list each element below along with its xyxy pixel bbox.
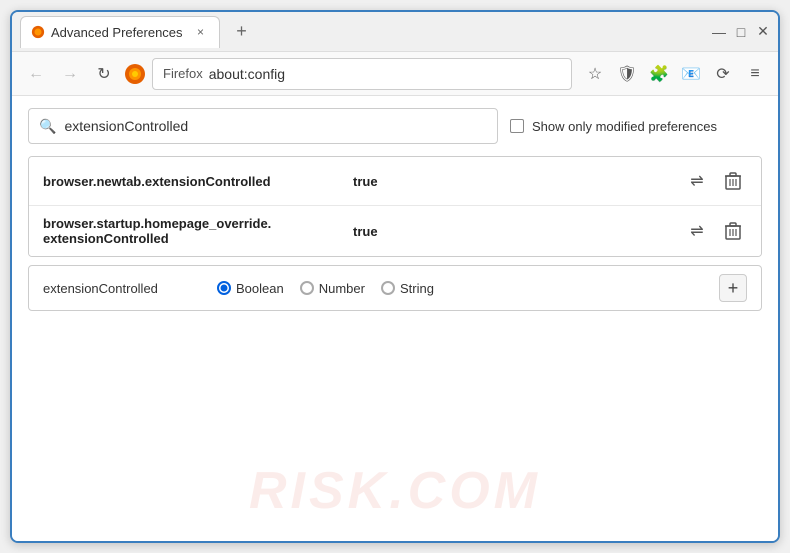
search-icon: 🔍 (39, 118, 56, 135)
back-button[interactable]: ← (22, 60, 50, 88)
add-preference-button[interactable]: + (719, 274, 747, 302)
pref-value-1: true (353, 174, 683, 189)
show-modified-row: Show only modified preferences (510, 119, 717, 134)
history-icon[interactable]: ⟳ (710, 61, 736, 87)
add-preference-row: extensionControlled Boolean Number Strin… (28, 265, 762, 311)
type-radio-group: Boolean Number String (217, 281, 705, 296)
browser-window: Advanced Preferences × + — □ ✕ ← → ↻ Fir… (10, 10, 780, 543)
trash-icon (725, 222, 741, 240)
show-modified-label: Show only modified preferences (532, 119, 717, 134)
delete-button-2[interactable] (719, 217, 747, 245)
pref-name-2: browser.startup.homepage_override. exten… (43, 216, 353, 246)
reload-button[interactable]: ↻ (90, 60, 118, 88)
sync-icon[interactable]: 📧 (678, 61, 704, 87)
tab-title: Advanced Preferences (51, 25, 183, 40)
row-actions-2: ⇌ (683, 217, 747, 245)
search-box[interactable]: 🔍 extensionControlled (28, 108, 498, 144)
delete-button-1[interactable] (719, 167, 747, 195)
maximize-button[interactable]: □ (734, 25, 748, 39)
number-radio-circle[interactable] (300, 281, 314, 295)
title-bar: Advanced Preferences × + — □ ✕ (12, 12, 778, 52)
watermark: RISK.COM (249, 461, 541, 521)
show-modified-checkbox[interactable] (510, 119, 524, 133)
forward-button[interactable]: → (56, 60, 84, 88)
new-pref-name: extensionControlled (43, 281, 203, 296)
pref-value-2: true (353, 224, 683, 239)
close-button[interactable]: ✕ (756, 25, 770, 39)
trash-icon (725, 172, 741, 190)
tab-close-button[interactable]: × (193, 24, 209, 40)
address-bar[interactable]: Firefox about:config (152, 58, 572, 90)
table-row: browser.startup.homepage_override. exten… (29, 206, 761, 256)
new-tab-button[interactable]: + (228, 18, 256, 46)
bookmark-icon[interactable]: ☆ (582, 61, 608, 87)
radio-boolean[interactable]: Boolean (217, 281, 284, 296)
extension-icon[interactable]: 🧩 (646, 61, 672, 87)
shield-icon[interactable]: 🛡 (614, 61, 640, 87)
firefox-logo (124, 63, 146, 85)
results-table: browser.newtab.extensionControlled true … (28, 156, 762, 257)
firefox-icon (124, 63, 146, 85)
browser-tab[interactable]: Advanced Preferences × (20, 16, 220, 48)
string-radio-circle[interactable] (381, 281, 395, 295)
window-controls: — □ ✕ (712, 25, 770, 39)
minimize-button[interactable]: — (712, 25, 726, 39)
content-area: RISK.COM 🔍 extensionControlled Show only… (12, 96, 778, 541)
table-row: browser.newtab.extensionControlled true … (29, 157, 761, 206)
radio-number[interactable]: Number (300, 281, 365, 296)
menu-button[interactable]: ≡ (742, 61, 768, 87)
reset-button-2[interactable]: ⇌ (683, 217, 711, 245)
address-url-display: about:config (209, 66, 285, 82)
row-actions-1: ⇌ (683, 167, 747, 195)
nav-bar: ← → ↻ Firefox about:config ☆ 🛡 🧩 📧 ⟳ ≡ (12, 52, 778, 96)
string-label: String (400, 281, 434, 296)
search-input[interactable]: extensionControlled (64, 118, 487, 134)
boolean-radio-circle[interactable] (217, 281, 231, 295)
firefox-tab-icon (31, 25, 45, 39)
radio-string[interactable]: String (381, 281, 434, 296)
number-label: Number (319, 281, 365, 296)
search-row: 🔍 extensionControlled Show only modified… (28, 108, 762, 144)
pref-name-1: browser.newtab.extensionControlled (43, 174, 353, 189)
toolbar-icons: ☆ 🛡 🧩 📧 ⟳ ≡ (582, 61, 768, 87)
browser-brand-label: Firefox (163, 66, 203, 81)
boolean-label: Boolean (236, 281, 284, 296)
reset-button-1[interactable]: ⇌ (683, 167, 711, 195)
